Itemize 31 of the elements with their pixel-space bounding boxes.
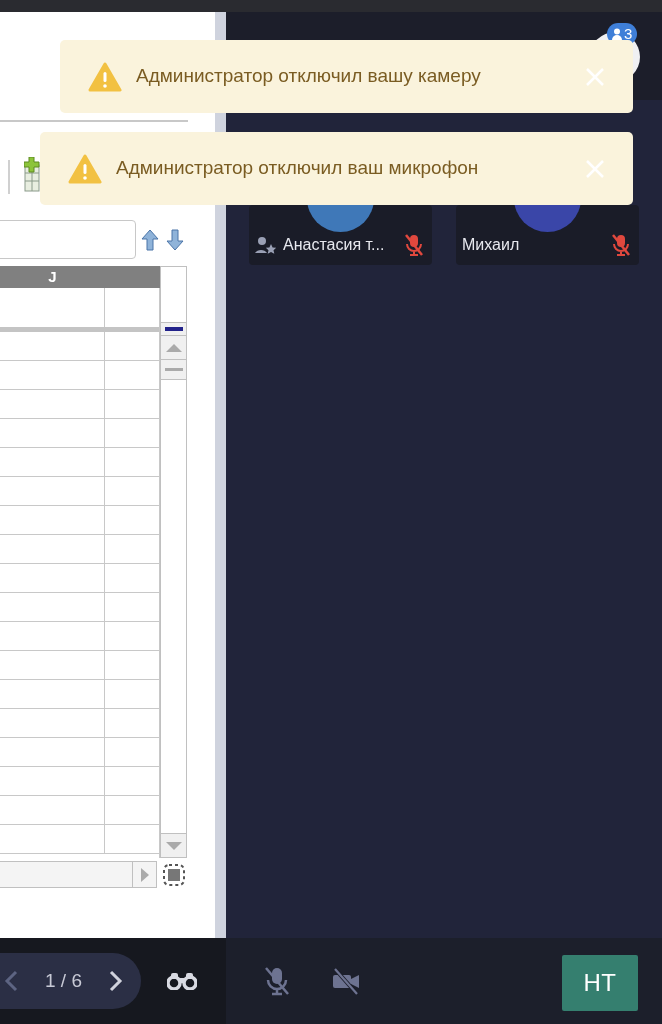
warning-icon bbox=[88, 61, 122, 92]
right-triangle-icon bbox=[140, 867, 149, 882]
notification-text: Администратор отключил ваш микрофон bbox=[116, 156, 480, 181]
column-header: J bbox=[47, 267, 58, 287]
down-arrow-icon[interactable] bbox=[166, 229, 184, 251]
warning-icon bbox=[68, 153, 102, 184]
participant-name: Анастасия т... bbox=[283, 235, 386, 255]
close-icon[interactable] bbox=[585, 158, 605, 179]
scroll-marker bbox=[164, 327, 183, 331]
previous-page-icon[interactable] bbox=[4, 970, 18, 992]
user-initials-button[interactable]: НТ bbox=[562, 955, 638, 1011]
muted-microphone-icon[interactable] bbox=[264, 966, 290, 996]
scroll-up-button[interactable] bbox=[161, 335, 186, 360]
notification-text: Администратор отключил вашу камеру bbox=[136, 64, 482, 89]
camera-off-icon[interactable] bbox=[332, 967, 360, 995]
horizontal-scrollbar[interactable] bbox=[0, 861, 157, 888]
participant-name: Михаил bbox=[462, 235, 521, 255]
spreadsheet-icon[interactable] bbox=[24, 157, 40, 193]
down-triangle-icon bbox=[165, 841, 182, 850]
binoculars-icon[interactable] bbox=[167, 972, 197, 990]
vertical-scrollbar[interactable] bbox=[160, 266, 187, 858]
page-counter: 1 / 6 bbox=[45, 968, 82, 993]
close-icon[interactable] bbox=[585, 66, 605, 87]
next-page-icon[interactable] bbox=[109, 970, 123, 992]
corner-cell bbox=[161, 267, 186, 323]
participant-tile[interactable]: Михаил bbox=[456, 205, 639, 265]
up-triangle-icon bbox=[165, 343, 182, 352]
search-field[interactable] bbox=[0, 220, 136, 259]
up-arrow-icon[interactable] bbox=[141, 229, 159, 251]
checker-icon bbox=[163, 864, 185, 886]
participant-tile[interactable]: Анастасия т... bbox=[249, 205, 432, 265]
